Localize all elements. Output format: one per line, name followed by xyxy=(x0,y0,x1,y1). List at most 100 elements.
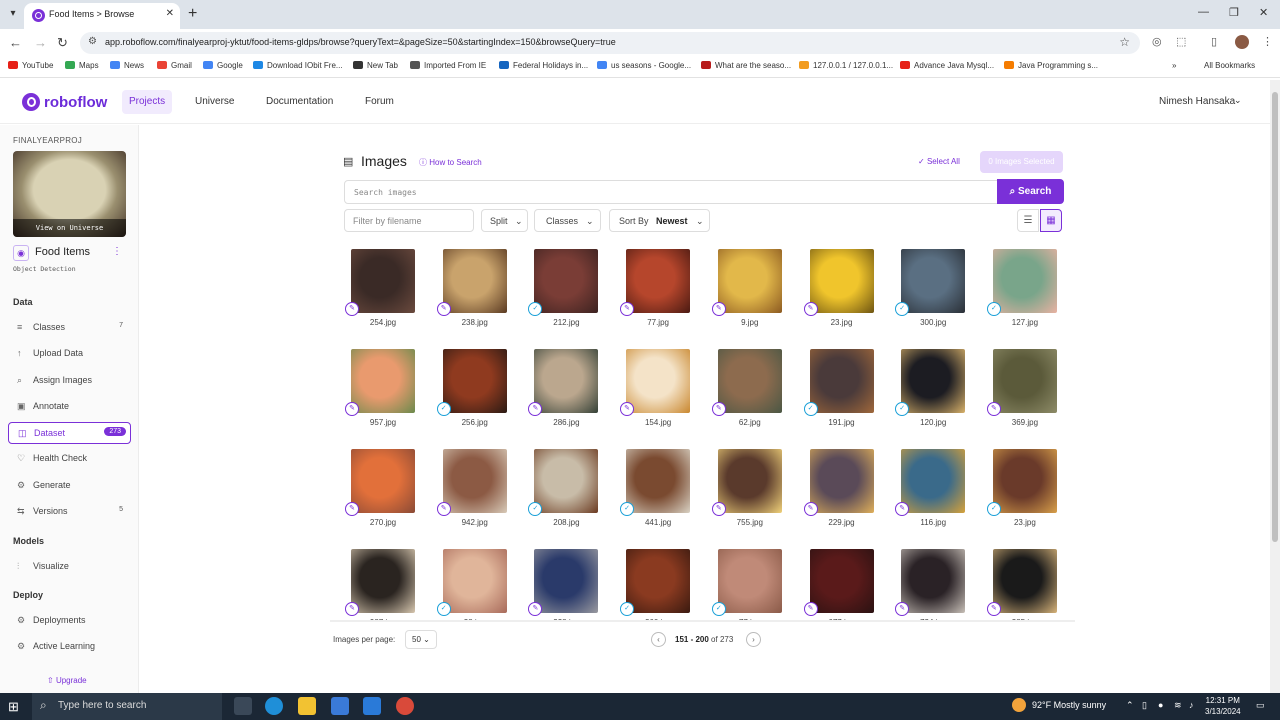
image-card[interactable]: ✓ 256.jpg xyxy=(436,349,507,427)
image-card[interactable]: ✎724.jpg xyxy=(895,549,966,622)
classes-dropdown[interactable]: Classes ⌄ xyxy=(534,209,601,232)
next-page-icon[interactable]: › xyxy=(746,632,761,647)
image-card[interactable]: ✎ 62.jpg xyxy=(711,349,782,427)
maximize-icon[interactable]: ❐ xyxy=(1229,6,1239,19)
view-on-universe-link[interactable]: View on Universe xyxy=(13,219,126,237)
image-card[interactable]: ✓260.jpg xyxy=(620,549,691,622)
scrollbar-thumb[interactable] xyxy=(1272,92,1278,542)
back-icon[interactable]: ← xyxy=(9,35,22,50)
image-card[interactable]: ✎ 270.jpg xyxy=(345,449,415,527)
user-menu[interactable]: Nimesh Hansaka xyxy=(1159,96,1235,107)
task-view-icon[interactable] xyxy=(234,697,252,715)
browser-tab[interactable]: Food Items > Browse ✕ xyxy=(24,3,180,29)
notifications-icon[interactable]: ▭ xyxy=(1256,700,1265,711)
all-bookmarks-folder[interactable]: All Bookmarks xyxy=(1204,61,1255,70)
image-thumbnail[interactable] xyxy=(809,549,874,613)
system-clock[interactable]: 12:31 PM 3/13/2024 xyxy=(1205,695,1241,717)
nav-documentation[interactable]: Documentation xyxy=(266,96,333,107)
image-card[interactable]: ✓ 300.jpg xyxy=(895,249,966,327)
sidebar-item-versions[interactable]: ⇆ Versions 5 xyxy=(8,501,131,523)
image-thumbnail[interactable] xyxy=(534,249,599,313)
image-thumbnail[interactable] xyxy=(534,449,599,513)
image-card[interactable]: ✓ 23.jpg xyxy=(986,449,1057,527)
image-card[interactable]: ✎ 286.jpg xyxy=(528,349,599,427)
chevron-down-icon[interactable]: ⌄ xyxy=(1234,95,1242,106)
image-card[interactable]: ✎ 154.jpg xyxy=(620,349,691,427)
tab-search-icon[interactable]: ▾ xyxy=(6,7,20,21)
more-bookmarks-icon[interactable]: » xyxy=(1172,61,1176,70)
forward-icon[interactable]: → xyxy=(34,35,47,50)
edge-icon[interactable] xyxy=(265,697,283,715)
previous-page-icon[interactable]: ‹ xyxy=(651,632,666,647)
sidebar-item-classes[interactable]: ≡ Classes 7 xyxy=(8,317,131,339)
image-thumbnail[interactable] xyxy=(901,449,966,513)
bookmark-item[interactable]: News xyxy=(110,61,144,70)
split-dropdown[interactable]: Split ⌄ xyxy=(481,209,528,232)
image-card[interactable]: ✓ 120.jpg xyxy=(895,349,966,427)
sidebar-item-generate[interactable]: ⚙ Generate xyxy=(8,475,131,497)
search-button[interactable]: ⌕ Search xyxy=(997,179,1064,204)
close-tab-icon[interactable]: ✕ xyxy=(166,8,174,19)
select-all-button[interactable]: ✓ Select All xyxy=(918,157,960,166)
bookmark-item[interactable]: Download IObit Fre... xyxy=(253,61,343,70)
bookmark-item[interactable]: What are the seaso... xyxy=(701,61,791,70)
image-thumbnail[interactable] xyxy=(442,449,507,513)
image-card[interactable]: ✎328.jpg xyxy=(528,549,599,622)
image-thumbnail[interactable] xyxy=(901,549,966,613)
search-input[interactable] xyxy=(344,180,998,204)
sidebar-item-health-check[interactable]: ♡ Health Check xyxy=(8,448,131,470)
image-card[interactable]: ✎ 238.jpg xyxy=(436,249,507,327)
image-card[interactable]: ✎987.jpg xyxy=(345,549,415,622)
sidebar-item-dataset[interactable]: ◫ Dataset 273 xyxy=(8,422,131,444)
bookmark-item[interactable]: Federal Holidays in... xyxy=(499,61,588,70)
show-hidden-icons[interactable]: ⌃ xyxy=(1126,700,1134,711)
image-thumbnail[interactable] xyxy=(717,349,782,413)
new-tab-button[interactable]: + xyxy=(188,5,197,23)
store-icon[interactable] xyxy=(331,697,349,715)
site-info-icon[interactable]: ⚙ xyxy=(88,36,97,47)
image-card[interactable]: ✎ 23.jpg xyxy=(803,249,874,327)
sidebar-item-annotate[interactable]: ▣ Annotate xyxy=(8,396,131,418)
chrome-icon[interactable] xyxy=(396,697,414,715)
image-card[interactable]: ✎ 77.jpg xyxy=(620,249,691,327)
image-thumbnail[interactable] xyxy=(534,549,599,613)
image-thumbnail[interactable] xyxy=(626,549,691,613)
list-view-icon[interactable]: ☰ xyxy=(1017,209,1039,232)
image-thumbnail[interactable] xyxy=(901,349,966,413)
bookmark-item[interactable]: New Tab xyxy=(353,61,398,70)
volume-icon[interactable]: ♪ xyxy=(1189,700,1194,710)
image-thumbnail[interactable] xyxy=(626,449,691,513)
image-card[interactable]: ✎ 254.jpg xyxy=(345,249,415,327)
sidebar-item-upload-data[interactable]: ↑ Upload Data xyxy=(8,343,131,365)
taskbar-search[interactable]: ⌕ Type here to search xyxy=(32,693,222,720)
image-thumbnail[interactable] xyxy=(442,349,507,413)
image-card[interactable]: ✓ 441.jpg xyxy=(620,449,691,527)
how-to-search-link[interactable]: ⓘ How to Search xyxy=(419,157,482,168)
tray-app-icon[interactable]: ▯ xyxy=(1142,700,1147,711)
image-thumbnail[interactable] xyxy=(534,349,599,413)
image-card[interactable]: ✓77.jpg xyxy=(711,549,782,622)
filename-filter-input[interactable] xyxy=(344,209,474,232)
images-per-page-select[interactable]: 50 ⌄ xyxy=(405,630,437,649)
image-thumbnail[interactable] xyxy=(351,249,415,313)
profile-avatar[interactable] xyxy=(1235,35,1249,49)
grid-view-icon[interactable]: ▦ xyxy=(1040,209,1062,232)
address-bar[interactable]: ⚙ app.roboflow.com/finalyearproj-yktut/f… xyxy=(80,32,1140,54)
image-thumbnail[interactable] xyxy=(626,249,691,313)
weather-text[interactable]: 92°F Mostly sunny xyxy=(1032,700,1106,710)
sidebar-item-visualize[interactable]: ⫶ Visualize xyxy=(8,556,131,578)
tray-security-icon[interactable]: ● xyxy=(1158,700,1163,710)
image-thumbnail[interactable] xyxy=(442,549,507,613)
file-explorer-icon[interactable] xyxy=(298,697,316,715)
image-card[interactable]: ✓ 212.jpg xyxy=(528,249,599,327)
bookmark-item[interactable]: us seasons - Google... xyxy=(597,61,691,70)
image-thumbnail[interactable] xyxy=(809,449,874,513)
image-card[interactable]: ✓ 127.jpg xyxy=(986,249,1057,327)
image-card[interactable]: ✎ 9.jpg xyxy=(711,249,782,327)
image-card[interactable]: ✎ 229.jpg xyxy=(803,449,874,527)
extensions-puzzle-icon[interactable]: ⬚ xyxy=(1176,35,1186,48)
image-card[interactable]: ✎ 116.jpg xyxy=(895,449,966,527)
image-card[interactable]: ✎385.jpg xyxy=(986,549,1057,622)
sidebar-item-active-learning[interactable]: ⚙ Active Learning xyxy=(8,636,131,658)
roboflow-logo[interactable]: roboflow xyxy=(44,94,107,111)
